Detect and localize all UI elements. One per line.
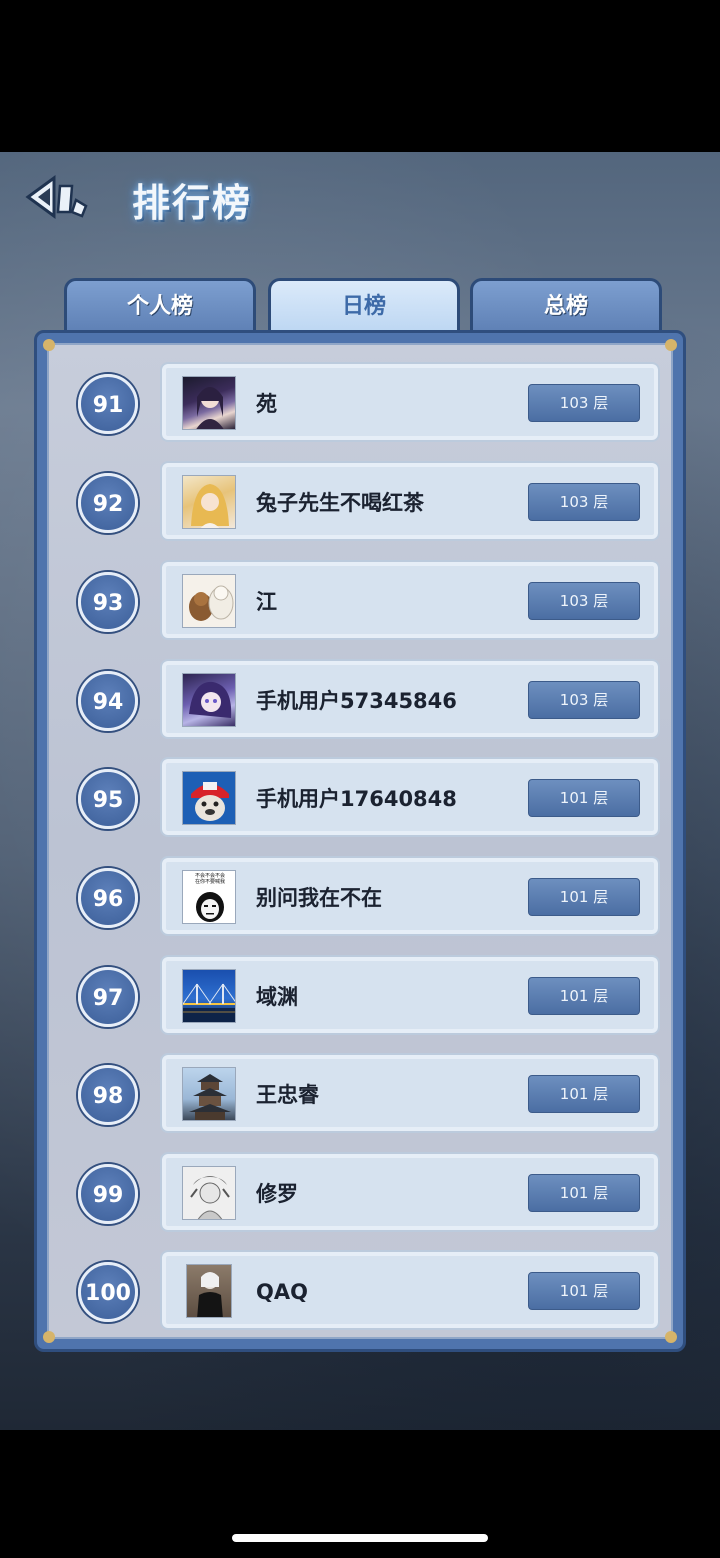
player-name: 手机用户17640848 xyxy=(256,787,457,811)
leaderboard-row[interactable]: 93 江 103 层 xyxy=(0,560,720,644)
pagoda-avatar xyxy=(182,1067,236,1121)
floor-badge: 101 层 xyxy=(528,1174,640,1212)
bridge-night-avatar xyxy=(182,969,236,1023)
floor-badge: 101 层 xyxy=(528,878,640,916)
player-name: 江 xyxy=(256,590,277,614)
player-card[interactable]: 修罗 101 层 xyxy=(160,1152,660,1232)
leaderboard-row[interactable]: 98 王忠睿 101 层 xyxy=(0,1053,720,1137)
player-name: 手机用户57345846 xyxy=(256,689,457,713)
player-card[interactable]: 域渊 101 层 xyxy=(160,955,660,1035)
player-name: 王忠睿 xyxy=(256,1083,319,1107)
player-name: 域渊 xyxy=(256,985,298,1009)
anime-character-avatar xyxy=(182,673,236,727)
floor-badge: 101 层 xyxy=(528,779,640,817)
player-card[interactable]: 王忠睿 101 层 xyxy=(160,1053,660,1133)
player-card[interactable]: 兔子先生不喝红茶 103 层 xyxy=(160,461,660,541)
rank-badge: 93 xyxy=(78,572,138,632)
player-card[interactable]: 手机用户57345846 103 层 xyxy=(160,659,660,739)
blonde-anime-avatar xyxy=(182,475,236,529)
tab-total[interactable]: 总榜 xyxy=(470,278,662,334)
leaderboard-row[interactable]: 100 QAQ 101 层 xyxy=(0,1250,720,1334)
leaderboard-row[interactable]: 94 手机用户57345846 103 层 xyxy=(0,659,720,743)
rank-badge: 100 xyxy=(78,1262,138,1322)
player-card[interactable]: 手机用户17640848 101 层 xyxy=(160,757,660,837)
rank-badge: 94 xyxy=(78,671,138,731)
floor-badge: 103 层 xyxy=(528,681,640,719)
rank-badge: 97 xyxy=(78,967,138,1027)
player-name: 别问我在不在 xyxy=(256,886,382,910)
rank-badge: 95 xyxy=(78,769,138,829)
tab-personal[interactable]: 个人榜 xyxy=(64,278,256,334)
meme-face-avatar: 不会不会不会 在你不要喊我 xyxy=(182,870,236,924)
back-arrow-icon[interactable] xyxy=(22,172,92,222)
rank-badge: 99 xyxy=(78,1164,138,1224)
leaderboard-row[interactable]: 91 苑 103 层 xyxy=(0,362,720,446)
player-card[interactable]: 江 103 层 xyxy=(160,560,660,640)
player-name: 修罗 xyxy=(256,1182,298,1206)
player-name: QAQ xyxy=(256,1280,308,1304)
person-photo-avatar xyxy=(186,1264,232,1318)
floor-badge: 103 层 xyxy=(528,582,640,620)
floor-badge: 101 层 xyxy=(528,1272,640,1310)
floor-badge: 101 层 xyxy=(528,1075,640,1113)
leaderboard-row[interactable]: 97 域渊 101 层 xyxy=(0,955,720,1039)
corner-ornament xyxy=(665,339,677,351)
player-name: 苑 xyxy=(256,392,277,416)
rank-badge: 92 xyxy=(78,473,138,533)
corner-ornament xyxy=(43,339,55,351)
meme-text: 在你不要喊我 xyxy=(195,878,225,885)
player-card[interactable]: 苑 103 层 xyxy=(160,362,660,442)
dogs-avatar xyxy=(182,574,236,628)
floor-badge: 103 层 xyxy=(528,483,640,521)
page-title: 排行榜 xyxy=(132,181,253,225)
player-name: 兔子先生不喝红茶 xyxy=(256,491,424,515)
rank-badge: 96 xyxy=(78,868,138,928)
player-card[interactable]: 不会不会不会 在你不要喊我 别问我在不在 101 层 xyxy=(160,856,660,936)
rank-badge: 91 xyxy=(78,374,138,434)
floor-badge: 103 层 xyxy=(528,384,640,422)
leaderboard-row[interactable]: 95 手机用户17640848 101 层 xyxy=(0,757,720,841)
floor-badge: 101 层 xyxy=(528,977,640,1015)
leaderboard-row[interactable]: 92 兔子先生不喝红茶 103 层 xyxy=(0,461,720,545)
leaderboard-row[interactable]: 96 不会不会不会 在你不要喊我 别问我在不在 101 层 xyxy=(0,856,720,940)
tab-daily[interactable]: 日榜 xyxy=(268,278,460,334)
home-indicator[interactable] xyxy=(232,1534,488,1542)
rank-badge: 98 xyxy=(78,1065,138,1125)
meme-text: 不会不会不会 xyxy=(195,872,225,879)
player-card[interactable]: QAQ 101 层 xyxy=(160,1250,660,1330)
cartoon-dog-avatar xyxy=(182,771,236,825)
sketch-character-avatar xyxy=(182,1166,236,1220)
leaderboard-row[interactable]: 99 修罗 101 层 xyxy=(0,1152,720,1236)
anime-girl-avatar xyxy=(182,376,236,430)
